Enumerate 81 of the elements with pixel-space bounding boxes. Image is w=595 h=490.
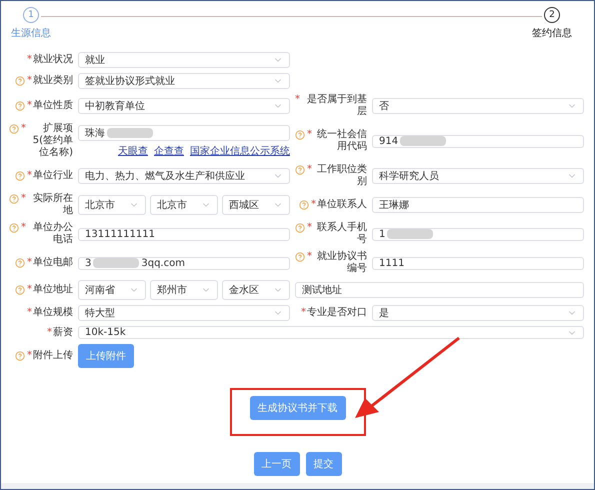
select-field[interactable]: 签就业协议形式就业 bbox=[78, 73, 290, 89]
select-field[interactable]: 北京市 bbox=[150, 195, 218, 215]
help-icon[interactable] bbox=[295, 165, 305, 175]
input-field[interactable]: 珠海 bbox=[78, 124, 290, 140]
field-label: 单位性质 bbox=[33, 100, 73, 112]
field-label: 单位办公电话 bbox=[32, 222, 73, 246]
input-field[interactable]: 13111111111 bbox=[78, 228, 290, 240]
step-number: 1 bbox=[23, 7, 39, 23]
field-label: 单位电邮 bbox=[33, 257, 73, 269]
select-field[interactable]: 是 bbox=[372, 305, 584, 321]
field-label: 是否属于到基层 bbox=[306, 94, 367, 118]
select-field[interactable]: 否 bbox=[372, 98, 584, 114]
required-asterisk: * bbox=[307, 164, 312, 176]
required-asterisk: * bbox=[21, 222, 26, 234]
help-icon[interactable] bbox=[9, 194, 19, 204]
required-asterisk: * bbox=[295, 94, 300, 106]
help-icon[interactable] bbox=[15, 171, 25, 181]
field-label: 薪资 bbox=[53, 326, 73, 338]
field-label: 附件上传 bbox=[33, 350, 73, 362]
select-field[interactable]: 西城区 bbox=[222, 195, 290, 215]
field-label: 专业是否对口 bbox=[307, 307, 367, 319]
select-field[interactable]: 就业 bbox=[78, 52, 290, 68]
help-icon[interactable] bbox=[295, 130, 305, 140]
field-label: 实际所在地 bbox=[32, 193, 73, 217]
select-field[interactable]: 金水区 bbox=[222, 280, 290, 300]
help-icon[interactable] bbox=[15, 285, 25, 295]
required-asterisk: * bbox=[27, 54, 32, 66]
required-asterisk: * bbox=[301, 307, 306, 319]
input-field[interactable]: 测试地址 bbox=[295, 282, 584, 298]
help-icon[interactable] bbox=[9, 124, 19, 134]
field-label: 统一社会信用代码 bbox=[316, 129, 367, 153]
required-asterisk: * bbox=[27, 100, 32, 112]
required-asterisk: * bbox=[27, 170, 32, 182]
link[interactable]: 天眼查 bbox=[118, 144, 148, 158]
link[interactable]: 企查查 bbox=[154, 144, 184, 158]
help-icon[interactable] bbox=[15, 76, 25, 86]
field-label: 扩展项5(签约单位名称) bbox=[32, 123, 73, 159]
help-icon[interactable] bbox=[9, 223, 19, 233]
input-field[interactable]: 3 3qq.com bbox=[78, 256, 290, 270]
help-icon[interactable] bbox=[15, 351, 25, 361]
field-label: 就业协议书编号 bbox=[316, 251, 367, 275]
input-field[interactable]: 1111 bbox=[372, 256, 584, 270]
select-field[interactable]: 河南省 bbox=[78, 280, 146, 300]
field-label: 工作职位类别 bbox=[316, 164, 367, 188]
required-asterisk: * bbox=[307, 251, 312, 263]
help-icon[interactable] bbox=[299, 200, 309, 210]
required-asterisk: * bbox=[47, 326, 52, 338]
field-label: 就业状况 bbox=[33, 54, 73, 66]
field-label: 单位规模 bbox=[33, 307, 73, 319]
help-icon[interactable] bbox=[295, 252, 305, 262]
help-icon[interactable] bbox=[15, 258, 25, 268]
input-field[interactable]: 王琳娜 bbox=[372, 197, 584, 213]
help-icon[interactable] bbox=[15, 101, 25, 111]
required-asterisk: * bbox=[27, 350, 32, 362]
required-asterisk: * bbox=[27, 284, 32, 296]
field-label: 就业类别 bbox=[33, 75, 73, 87]
select-field[interactable]: 10k-15k bbox=[78, 326, 584, 339]
link[interactable]: 国家企业信息公示系统 bbox=[190, 144, 290, 158]
select-field[interactable]: 中初教育单位 bbox=[78, 98, 290, 114]
required-asterisk: * bbox=[311, 199, 316, 211]
input-field[interactable]: 1 bbox=[372, 228, 584, 240]
field-label: 单位地址 bbox=[33, 284, 73, 296]
field-label: 单位行业 bbox=[33, 170, 73, 182]
select-field[interactable]: 科学研究人员 bbox=[372, 168, 584, 184]
required-asterisk: * bbox=[21, 193, 26, 205]
help-icon[interactable] bbox=[295, 223, 305, 233]
select-field[interactable]: 特大型 bbox=[78, 305, 290, 321]
required-asterisk: * bbox=[27, 75, 32, 87]
step-number: 2 bbox=[544, 7, 560, 23]
select-field[interactable]: 郑州市 bbox=[150, 280, 218, 300]
required-asterisk: * bbox=[27, 257, 32, 269]
required-asterisk: * bbox=[307, 222, 312, 234]
input-field[interactable]: 914 bbox=[372, 134, 584, 148]
select-field[interactable]: 电力、热力、燃气及水生产和供应业 bbox=[78, 168, 290, 184]
required-asterisk: * bbox=[307, 129, 312, 141]
field-label: 单位联系人 bbox=[317, 199, 367, 211]
required-asterisk: * bbox=[27, 307, 32, 319]
select-field[interactable]: 北京市 bbox=[78, 195, 146, 215]
required-asterisk: * bbox=[21, 123, 26, 135]
field-label: 联系人手机号 bbox=[316, 222, 367, 246]
step-label[interactable]: 签约信息 bbox=[532, 26, 572, 40]
